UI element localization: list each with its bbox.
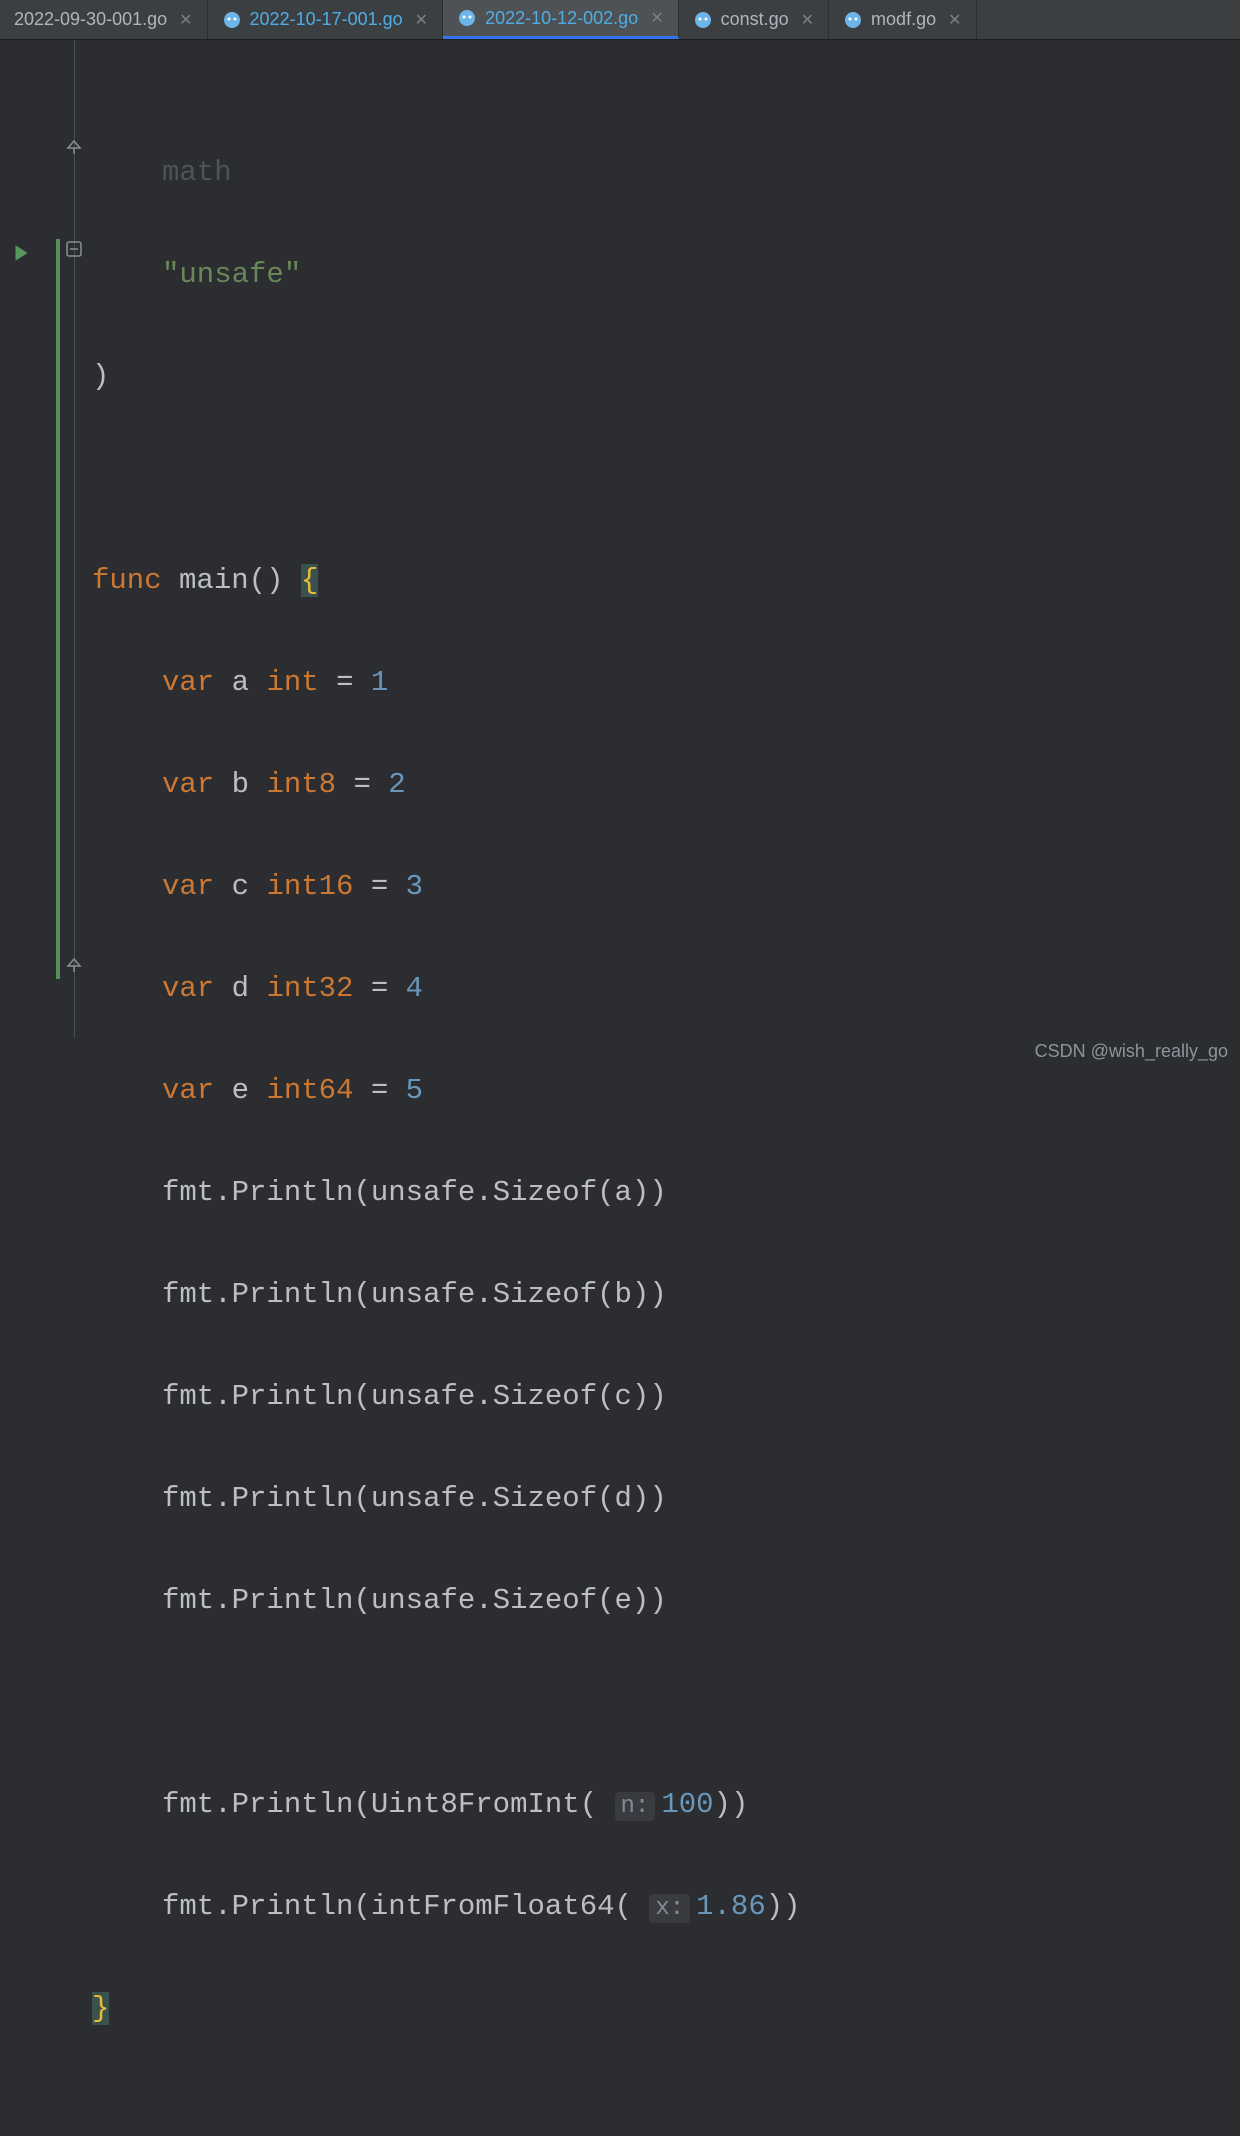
tab-label: const.go <box>721 9 789 30</box>
tab-0[interactable]: 2022-09-30-001.go ✕ <box>0 0 208 39</box>
code-text: ) <box>92 360 109 393</box>
fold-down-icon[interactable] <box>64 239 84 259</box>
tab-label: 2022-10-17-001.go <box>250 9 403 30</box>
tab-3[interactable]: const.go ✕ <box>679 0 829 39</box>
code-text: math <box>162 156 232 189</box>
tab-4[interactable]: modf.go ✕ <box>829 0 976 39</box>
go-file-icon <box>222 10 242 30</box>
func-name: main <box>179 564 249 597</box>
watermark: CSDN @wish_really_go <box>1035 1041 1228 1062</box>
param-hint: x: <box>649 1894 690 1923</box>
go-file-icon <box>843 10 863 30</box>
fold-guide-line <box>74 40 75 1038</box>
tab-1[interactable]: 2022-10-17-001.go ✕ <box>208 0 444 39</box>
fold-up-icon[interactable] <box>64 954 84 974</box>
go-file-icon <box>457 8 477 28</box>
code-area[interactable]: math "unsafe" ) func main() { var a int … <box>92 40 1240 1068</box>
fold-up-icon[interactable] <box>64 136 84 156</box>
close-icon[interactable]: ✕ <box>179 10 192 30</box>
code-text: "unsafe" <box>162 258 301 291</box>
tab-label: modf.go <box>871 9 936 30</box>
close-icon[interactable]: ✕ <box>801 10 814 30</box>
param-hint: n: <box>615 1792 656 1821</box>
close-icon[interactable]: ✕ <box>948 10 961 30</box>
close-icon[interactable]: ✕ <box>650 8 663 28</box>
tab-2[interactable]: 2022-10-12-002.go ✕ <box>443 0 679 39</box>
go-file-icon <box>693 10 713 30</box>
tab-label: 2022-09-30-001.go <box>14 9 167 30</box>
brace-open: { <box>301 564 318 597</box>
brace-close: } <box>92 1992 109 2025</box>
tab-bar: 2022-09-30-001.go ✕ 2022-10-17-001.go ✕ … <box>0 0 1240 40</box>
editor: math "unsafe" ) func main() { var a int … <box>0 40 1240 1068</box>
gutter <box>0 40 92 1068</box>
tab-label: 2022-10-12-002.go <box>485 8 638 29</box>
run-icon[interactable] <box>10 242 32 269</box>
close-icon[interactable]: ✕ <box>415 10 428 30</box>
vcs-change-stripe <box>56 239 60 979</box>
kw-func: func <box>92 564 162 597</box>
